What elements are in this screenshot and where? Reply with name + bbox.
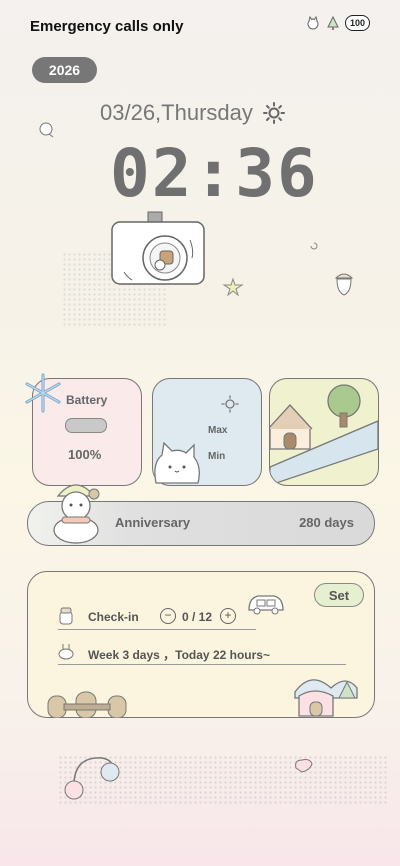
anniversary-label: Anniversary bbox=[115, 515, 191, 530]
date-row: 03/26,Thursday bbox=[100, 100, 285, 126]
task-widget: Set Check-in − 0 / 12 + Week 3 days ，Tod… bbox=[27, 571, 375, 718]
jar-icon bbox=[59, 607, 73, 625]
anniversary-days: 280 days bbox=[299, 515, 354, 530]
checkin-increment-button[interactable]: + bbox=[220, 608, 236, 624]
date-text: 03/26,Thursday bbox=[100, 100, 253, 125]
status-carrier-text: Emergency calls only bbox=[30, 18, 184, 35]
clock-time: 02:36 bbox=[110, 135, 319, 212]
status-icons: 100 bbox=[305, 15, 370, 31]
year-badge: 2026 bbox=[32, 57, 97, 83]
battery-label: Battery bbox=[66, 393, 108, 407]
checkin-count: 0 / 12 bbox=[182, 610, 213, 624]
sun-small-icon bbox=[221, 395, 239, 413]
battery-percent: 100% bbox=[68, 447, 102, 462]
status-battery-badge: 100 bbox=[344, 15, 370, 31]
fence-illustration bbox=[47, 691, 127, 718]
week-summary-row: Week 3 days ，Today 22 hours~ bbox=[58, 642, 346, 665]
checkin-row: Check-in − 0 / 12 + bbox=[58, 607, 256, 630]
car-icon bbox=[248, 595, 284, 615]
bubble-decoration-icon bbox=[39, 122, 54, 138]
bunny-icon bbox=[58, 644, 74, 660]
landscape-illustration bbox=[270, 384, 378, 485]
cat-status-icon bbox=[307, 15, 319, 30]
battery-bar bbox=[65, 418, 107, 433]
weather-max-label: Max bbox=[208, 425, 228, 436]
earmuffs-illustration bbox=[64, 757, 120, 800]
sun-icon bbox=[262, 102, 285, 124]
star-decoration-icon bbox=[222, 277, 244, 297]
tree-status-icon bbox=[327, 15, 339, 30]
weather-min-label: Min bbox=[208, 451, 226, 462]
cottage-illustration bbox=[294, 679, 358, 717]
snowman-illustration bbox=[53, 484, 100, 544]
week-summary-text: Week 3 days ，Today 22 hours~ bbox=[88, 648, 270, 662]
swirl-decoration-icon bbox=[310, 242, 318, 250]
cat-illustration bbox=[154, 441, 200, 484]
checkin-label: Check-in bbox=[88, 610, 139, 624]
picture-widget[interactable] bbox=[269, 378, 379, 486]
checkin-decrement-button[interactable]: − bbox=[160, 608, 176, 624]
set-button[interactable]: Set bbox=[314, 583, 364, 607]
camera-illustration bbox=[111, 211, 205, 285]
snowflake-icon bbox=[25, 373, 61, 413]
weather-widget[interactable]: Max Min bbox=[152, 378, 262, 486]
acorn-decoration-icon bbox=[334, 273, 354, 296]
pink-heart-decoration-icon bbox=[295, 759, 313, 773]
